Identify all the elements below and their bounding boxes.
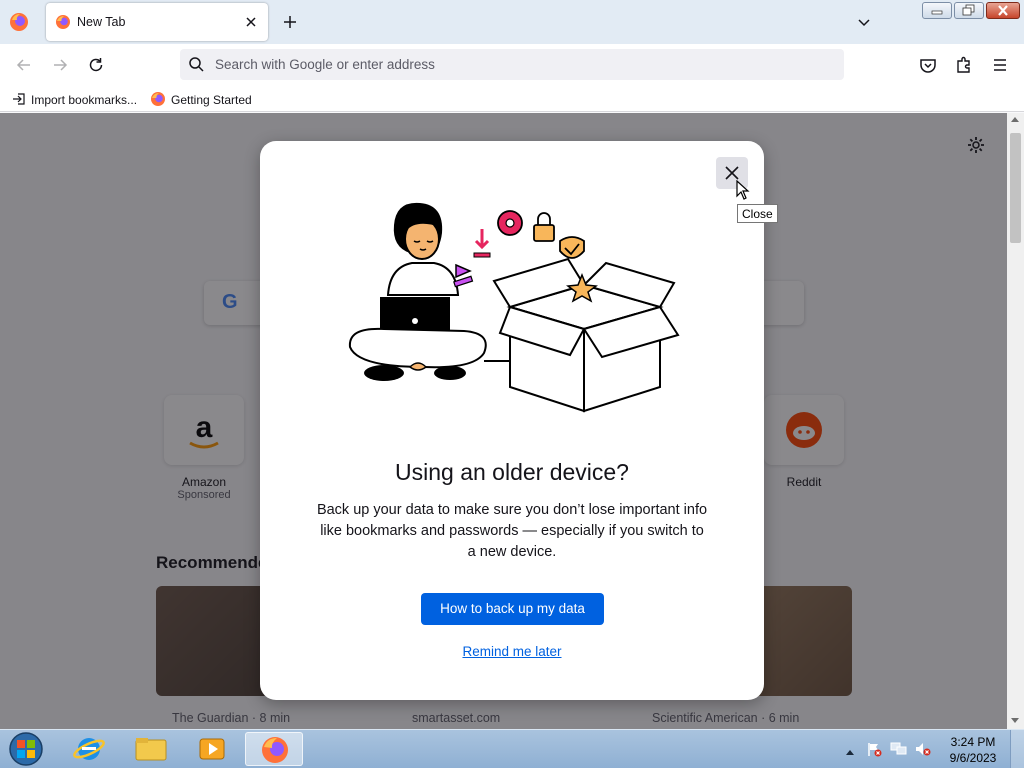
list-all-tabs-chevron-icon[interactable] <box>854 12 874 32</box>
system-clock[interactable]: 3:24 PM 9/6/2023 <box>948 734 998 766</box>
close-window-button[interactable] <box>986 2 1020 19</box>
how-to-back-up-button[interactable]: How to back up my data <box>421 593 604 625</box>
dialog-body-text: Back up your data to make sure you don’t… <box>316 502 708 560</box>
backup-data-dialog: Using an older device? Back up your data… <box>260 141 764 700</box>
remind-me-later-link[interactable]: Remind me later <box>260 644 764 659</box>
action-center-flag-icon[interactable] <box>866 741 882 760</box>
restore-button[interactable] <box>954 2 984 19</box>
person-with-laptop-and-box-illustration <box>344 197 680 417</box>
navigation-toolbar: Search with Google or enter address <box>0 44 1024 86</box>
tab-strip: New Tab <box>0 0 1024 44</box>
internet-explorer-icon <box>60 738 118 768</box>
close-tooltip: Close <box>737 204 778 223</box>
show-desktop-button[interactable] <box>1010 730 1024 768</box>
import-icon <box>12 92 26 109</box>
firefox-icon <box>150 91 166 110</box>
search-icon <box>188 56 205 73</box>
volume-muted-icon[interactable] <box>914 741 932 760</box>
taskbar-internet-explorer[interactable] <box>60 732 118 766</box>
taskbar-firefox[interactable] <box>245 732 303 766</box>
tab-new-tab[interactable]: New Tab <box>46 3 268 41</box>
bookmark-label: Import bookmarks... <box>31 93 138 107</box>
reload-icon[interactable] <box>86 55 106 75</box>
tab-title: New Tab <box>77 15 126 29</box>
app-menu-hamburger-icon[interactable] <box>990 55 1010 75</box>
close-tab-icon[interactable] <box>242 13 260 31</box>
bookmarks-toolbar: Import bookmarks... Getting Started <box>0 86 1024 112</box>
pocket-icon[interactable] <box>918 55 938 75</box>
bookmark-label: Getting Started <box>171 93 252 107</box>
media-player-icon <box>184 738 242 768</box>
firefox-icon <box>55 14 71 30</box>
back-arrow-icon[interactable] <box>14 55 34 75</box>
forward-arrow-icon[interactable] <box>50 55 70 75</box>
clock-time: 3:24 PM <box>950 735 996 749</box>
firefox-menu-icon[interactable] <box>8 11 30 33</box>
folder-icon <box>122 738 180 768</box>
firefox-icon <box>246 737 304 768</box>
taskbar-media-player[interactable] <box>184 732 242 766</box>
address-bar[interactable]: Search with Google or enter address <box>180 49 844 80</box>
windows-taskbar: 3:24 PM 9/6/2023 <box>0 729 1024 768</box>
show-hidden-icons-arrow-icon[interactable] <box>845 745 855 759</box>
scroll-down-arrow-icon[interactable] <box>1011 718 1019 723</box>
start-button[interactable] <box>4 731 48 767</box>
scrollbar-thumb[interactable] <box>1010 133 1021 243</box>
clock-date: 9/6/2023 <box>949 751 997 765</box>
taskbar-file-explorer[interactable] <box>122 732 180 766</box>
minimize-button[interactable] <box>922 2 952 19</box>
bookmark-import[interactable]: Import bookmarks... <box>12 91 137 109</box>
page-scrollbar[interactable] <box>1007 113 1024 729</box>
network-icon[interactable] <box>890 741 908 760</box>
extensions-puzzle-icon[interactable] <box>954 55 974 75</box>
scroll-up-arrow-icon[interactable] <box>1011 117 1019 122</box>
mouse-pointer-icon <box>736 179 750 200</box>
window-controls <box>922 2 1020 20</box>
new-tab-button[interactable] <box>280 12 300 32</box>
address-bar-placeholder: Search with Google or enter address <box>215 57 435 72</box>
bookmark-getting-started[interactable]: Getting Started <box>150 91 252 109</box>
dialog-title: Using an older device? <box>395 459 629 485</box>
